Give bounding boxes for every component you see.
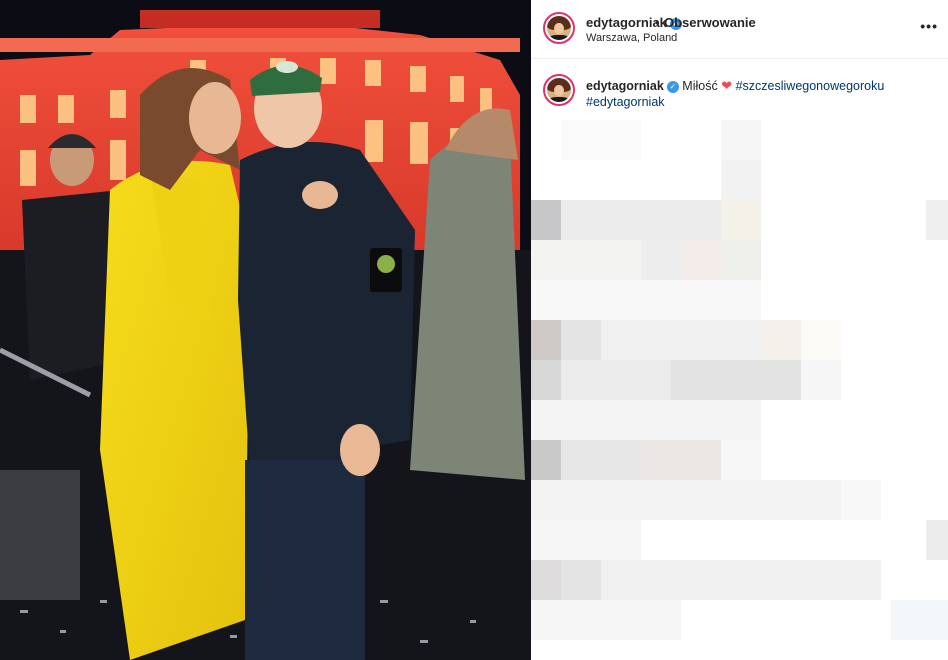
caption-text: Miłość [682,79,718,93]
avatar-face [554,85,564,97]
post-header: edytagorniak ✓ • Obserwowanie Warszawa, P… [531,0,948,59]
more-options-icon[interactable]: ••• [920,18,938,34]
hashtag-link[interactable]: #szczesliwegonowegoroku [736,79,885,93]
post-photo[interactable] [0,0,531,660]
blurred-comments-area [531,120,948,640]
heart-emoji-icon: ❤ [721,78,733,93]
instagram-post: edytagorniak ✓ • Obserwowanie Warszawa, P… [0,0,948,660]
verified-badge-icon: ✓ [666,81,679,93]
avatar-clothing [549,96,569,102]
header-separator: • [655,15,660,30]
post-location[interactable]: Warszawa, Poland [586,32,677,44]
author-avatar[interactable] [543,12,575,44]
avatar-image [547,78,571,102]
hashtag-link[interactable]: #edytagorniak [586,95,665,109]
following-button[interactable]: Obserwowanie [664,15,756,30]
avatar-face [554,23,564,35]
post-caption: edytagorniak ✓ Miłość ❤ #szczesliwegonowe… [586,78,936,110]
caption-username[interactable]: edytagorniak [586,79,664,93]
photo-illustration [0,0,531,660]
avatar-image [547,16,571,40]
caption-author-avatar[interactable] [543,74,575,106]
post-side-panel: edytagorniak ✓ • Obserwowanie Warszawa, P… [531,0,948,660]
avatar-clothing [549,34,569,40]
